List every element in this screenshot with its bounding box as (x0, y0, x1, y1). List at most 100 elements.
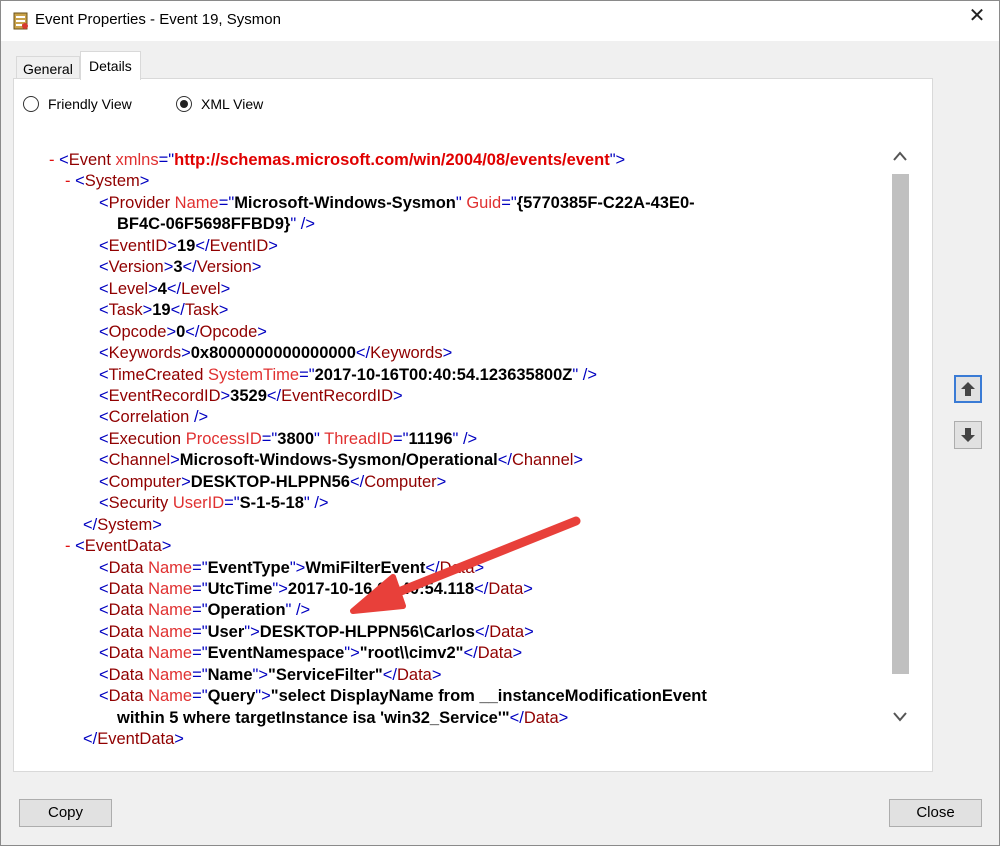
window-title: Event Properties - Event 19, Sysmon (35, 11, 281, 28)
xml-token: =" (224, 494, 240, 513)
xml-token: </ (474, 622, 490, 641)
xml-token: > (393, 386, 403, 405)
xml-line: <Data Name="User">DESKTOP-HLPPN56\Carlos… (99, 622, 534, 643)
xml-token: 0x8000000000000000 (190, 344, 356, 363)
xml-token: < (99, 451, 109, 470)
xml-content-area[interactable]: - <Event xmlns="http://schemas.microsoft… (37, 131, 889, 747)
xml-token: > (174, 730, 184, 747)
xml-token: < (99, 494, 109, 513)
xml-token: < (99, 665, 109, 684)
xml-token: < (99, 301, 109, 320)
xml-token: BF4C-06F5698FFBD9} (117, 215, 291, 234)
xml-token: Event (68, 151, 116, 169)
tab-general[interactable]: General (16, 56, 80, 79)
vertical-scrollbar[interactable] (889, 146, 911, 736)
xml-token: " /> (290, 215, 315, 234)
xml-token: < (75, 172, 85, 191)
close-window-icon[interactable]: ✕ (955, 1, 999, 33)
xml-token: </ (195, 236, 210, 255)
copy-button[interactable]: Copy (19, 799, 112, 827)
xml-token: EventID (108, 236, 168, 255)
xml-token: 2017-10-16 00:40:54.118 (287, 580, 475, 598)
xml-token: > (218, 301, 229, 320)
xml-token: > (181, 472, 191, 491)
radio-circle-icon (23, 96, 39, 112)
xml-token: < (99, 644, 109, 663)
xml-token: < (99, 580, 109, 598)
tab-details[interactable]: Details (80, 51, 141, 80)
xml-token: " /> (303, 494, 329, 513)
xml-token: {5770385F-C22A-43E0- (516, 193, 695, 212)
xml-line: <Execution ProcessID="3800" ThreadID="11… (99, 429, 477, 450)
xml-view-label: XML View (201, 96, 264, 112)
xml-token: </ (83, 730, 98, 747)
close-button[interactable]: Close (889, 799, 982, 827)
xml-token: " (314, 429, 325, 448)
xml-token: Name (148, 665, 193, 684)
xml-token: </ (349, 472, 365, 491)
xml-token: Version (108, 258, 164, 277)
xml-token: Data (477, 644, 513, 663)
xml-token: </ (185, 322, 200, 341)
previous-event-button[interactable] (954, 375, 982, 403)
up-arrow-icon (961, 382, 975, 396)
scroll-down-arrow-icon[interactable] (891, 710, 909, 728)
xml-token: Opcode (199, 322, 258, 341)
xml-token: </ (355, 344, 371, 363)
xml-line: <Data Name="Operation" /> (99, 600, 310, 621)
xml-token: =" (218, 193, 235, 212)
xml-token: Guid (466, 193, 502, 212)
xml-token: > (268, 236, 278, 255)
xml-token: Name (148, 558, 193, 577)
xml-token: > (220, 386, 231, 405)
xml-token: < (99, 622, 109, 641)
xml-token: =" (192, 580, 208, 598)
xml-token: within 5 where targetInstance isa 'win32… (117, 708, 510, 727)
xml-token: < (99, 322, 109, 341)
xml-line: <Computer>DESKTOP-HLPPN56</Computer> (99, 472, 446, 493)
xml-token: > (257, 322, 267, 341)
xml-token: Task (184, 301, 219, 320)
xml-token: "> (289, 558, 306, 577)
xml-token: xmlns (115, 151, 159, 169)
xml-token: Channel (511, 451, 574, 470)
scrollbar-thumb[interactable] (892, 174, 909, 674)
xml-token: Name (148, 644, 193, 663)
xml-line: <EventID>19</EventID> (99, 236, 278, 257)
xml-token: S-1-5-18 (239, 494, 304, 513)
xml-token: < (75, 537, 85, 556)
xml-token: </ (182, 258, 197, 277)
xml-token: > (573, 451, 584, 470)
xml-token: Data (108, 687, 149, 706)
xml-token: </ (509, 708, 524, 727)
xml-token: > (436, 472, 447, 491)
xml-token: > (170, 451, 180, 470)
xml-token: </ (497, 451, 512, 470)
xml-token: =" (158, 151, 175, 169)
xml-token: Operation (207, 601, 286, 620)
xml-token: Data (489, 622, 525, 641)
next-event-button[interactable] (954, 421, 982, 449)
xml-token: > (161, 537, 172, 556)
xml-line: <TimeCreated SystemTime="2017-10-16T00:4… (99, 365, 597, 386)
xml-token: "> (244, 622, 260, 641)
xml-token: > (442, 344, 453, 363)
xml-token: Keywords (370, 344, 443, 363)
xml-token: Name (207, 665, 253, 684)
xml-token: Data (439, 558, 475, 577)
xml-token: Version (196, 258, 252, 277)
xml-token: EventType (207, 558, 290, 577)
friendly-view-radio[interactable]: Friendly View (23, 94, 132, 114)
xml-token: < (99, 258, 109, 277)
xml-line: <Version>3</Version> (99, 257, 261, 278)
title-bar: Event Properties - Event 19, Sysmon ✕ (1, 1, 999, 41)
xml-line: <EventRecordID>3529</EventRecordID> (99, 386, 403, 407)
xml-token: " (455, 193, 467, 212)
xml-token: Data (396, 665, 432, 684)
xml-token: UtcTime (207, 580, 273, 598)
xml-view-radio[interactable]: XML View (176, 94, 263, 114)
xml-token: 19 (176, 236, 196, 255)
scroll-up-arrow-icon[interactable] (891, 149, 909, 167)
xml-token: =" (192, 644, 208, 663)
xml-token: < (99, 601, 109, 620)
